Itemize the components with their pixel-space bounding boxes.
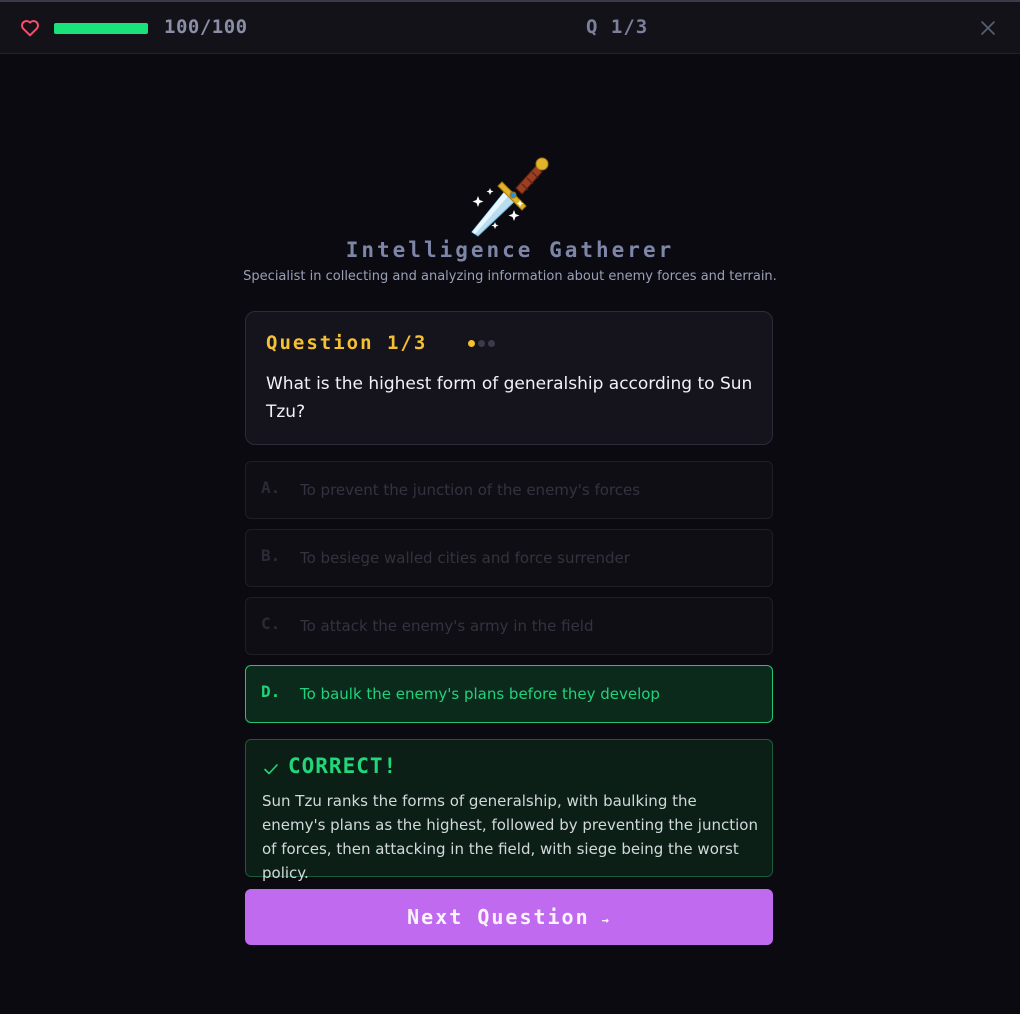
role-title: Intelligence Gatherer [345,238,675,262]
option-c[interactable]: C. To attack the enemy's army in the fie… [245,597,773,655]
option-text: To attack the enemy's army in the field [300,617,594,635]
option-text: To besiege walled cities and force surre… [300,549,630,567]
role-subtitle: Specialist in collecting and analyzing i… [243,269,777,284]
option-a[interactable]: A. To prevent the junction of the enemy'… [245,461,773,519]
dagger-icon [471,157,549,237]
progress-dot-1 [468,340,475,347]
option-b[interactable]: B. To besiege walled cities and force su… [245,529,773,587]
hp-bar-fill [54,23,148,34]
hp-text: 100/100 [164,16,248,38]
option-letter: C. [261,614,281,633]
heart-icon [21,20,39,37]
progress-dot-2 [478,340,485,347]
option-letter: D. [261,682,281,701]
question-card: Question 1/3 What is the highest form of… [245,311,773,445]
option-d[interactable]: D. To baulk the enemy's plans before the… [245,665,773,723]
feedback-title: CORRECT! [288,754,398,778]
option-letter: B. [261,546,281,565]
question-counter: Q 1/3 [586,16,649,38]
option-letter: A. [261,478,281,497]
question-text: What is the highest form of generalship … [266,374,753,422]
option-text: To prevent the junction of the enemy's f… [300,481,641,499]
arrow-right-icon: → [601,913,611,927]
question-label: Question 1/3 [266,332,428,354]
check-icon [264,764,278,775]
top-bar: 100/100 Q 1/3 [0,0,1020,54]
next-question-button[interactable]: Next Question → [245,889,773,945]
close-icon[interactable] [978,18,998,38]
feedback-panel: CORRECT! Sun Tzu ranks the forms of gene… [245,739,773,882]
next-question-label: Next Question [407,905,590,929]
hp-bar [54,23,148,34]
progress-dots [468,340,495,347]
progress-dot-3 [488,340,495,347]
feedback-text: Sun Tzu ranks the forms of generalship, … [262,792,758,882]
option-text: To baulk the enemy's plans before they d… [300,685,660,703]
